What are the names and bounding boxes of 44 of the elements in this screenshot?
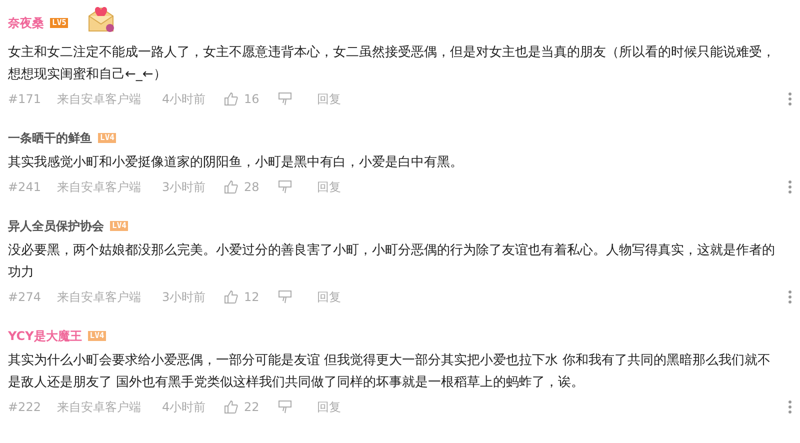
like-button[interactable]: 12 bbox=[224, 290, 278, 304]
thumbs-up-icon[interactable] bbox=[224, 92, 238, 106]
username[interactable]: 奈夜桑 bbox=[8, 14, 44, 32]
floor-number: #241 bbox=[8, 180, 42, 194]
floor-number: #274 bbox=[8, 290, 42, 304]
floor-number: #171 bbox=[8, 92, 42, 106]
dislike-button[interactable] bbox=[278, 180, 292, 194]
source-label: 来自安卓客户端 bbox=[57, 398, 142, 416]
more-options-icon[interactable] bbox=[788, 290, 792, 304]
reply-link[interactable]: 回复 bbox=[317, 178, 341, 196]
like-button[interactable]: 28 bbox=[224, 180, 278, 194]
dislike-button[interactable] bbox=[278, 92, 292, 106]
more-options-icon[interactable] bbox=[788, 400, 792, 414]
source-label: 来自安卓客户端 bbox=[57, 90, 142, 108]
username[interactable]: YCY是大魔王 bbox=[8, 328, 82, 344]
level-badge: LV4 bbox=[98, 133, 116, 143]
dislike-button[interactable] bbox=[278, 290, 292, 304]
dislike-button[interactable] bbox=[278, 400, 292, 414]
more-options-icon[interactable] bbox=[788, 92, 792, 106]
more-options-icon[interactable] bbox=[788, 180, 792, 194]
reply-link[interactable]: 回复 bbox=[317, 398, 341, 416]
like-button[interactable]: 16 bbox=[224, 92, 278, 106]
like-button[interactable]: 22 bbox=[224, 400, 278, 414]
comment-text: 女主和女二注定不能成一路人了，女主不愿意违背本心，女二虽然接受恶偶，但是对女主也是当真的朋友（所以看的时候只能说难受，想想现实闺蜜和自己←_←） bbox=[8, 44, 776, 84]
timestamp: 4小时前 bbox=[162, 90, 207, 108]
comment-text: 其实我感觉小町和小爱挺像道家的阴阳鱼，小町是黑中有白，小爱是白中有黑。 bbox=[8, 154, 464, 172]
floor-number: #222 bbox=[8, 400, 42, 414]
level-badge: LV4 bbox=[110, 221, 128, 231]
source-label: 来自安卓客户端 bbox=[57, 178, 142, 196]
comment-text: 其实为什么小町会要求给小爱恶偶，一部分可能是友谊 但我觉得更大一部分其实把小爱也拉下水 你和我有了共同的黑暗那么我们就不是敌人还是朋友了 国外也有黑手党类似这样我们共同做了同样的坏事就是一根稻草上的蚂蚱了，诶。 bbox=[8, 352, 772, 392]
thumbs-up-icon[interactable] bbox=[224, 180, 238, 194]
username[interactable]: 一条晒干的鲜鱼 bbox=[8, 130, 92, 146]
source-label: 来自安卓客户端 bbox=[57, 288, 142, 306]
level-badge: LV4 bbox=[88, 331, 106, 341]
timestamp: 4小时前 bbox=[162, 398, 207, 416]
level-badge: LV5 bbox=[50, 18, 68, 28]
reply-link[interactable]: 回复 bbox=[317, 288, 341, 306]
reply-link[interactable]: 回复 bbox=[317, 90, 341, 108]
comment-text: 没必要黑，两个姑娘都没那么完美。小爱过分的善良害了小町，小町分恶偶的行为除了友谊也有着私心。人物写得真实，这就是作者的功力 bbox=[8, 242, 776, 282]
username[interactable]: 异人全员保护协会 bbox=[8, 218, 104, 234]
timestamp: 3小时前 bbox=[162, 288, 207, 306]
timestamp: 3小时前 bbox=[162, 178, 207, 196]
thumbs-up-icon[interactable] bbox=[224, 400, 238, 414]
thumbs-up-icon[interactable] bbox=[224, 290, 238, 304]
